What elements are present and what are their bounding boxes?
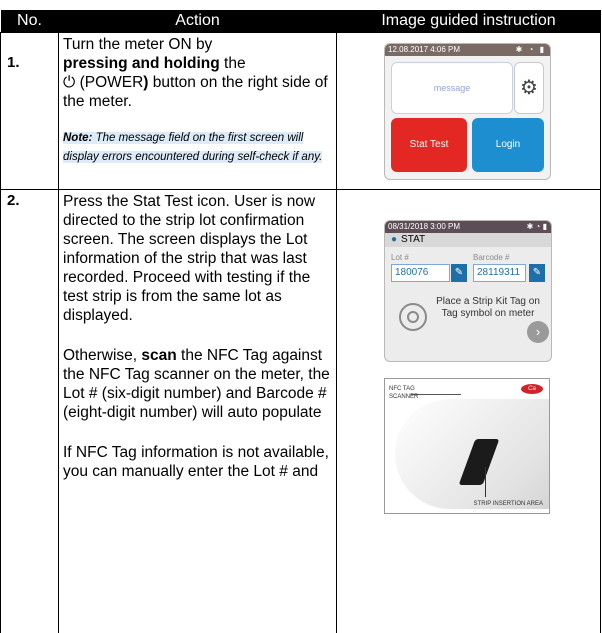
step-number: 2. [7,192,20,209]
step-number-cell: 2. [0,189,59,633]
action-text-part: (POWER [75,74,144,91]
barcode-label: Barcode # [473,253,510,262]
image-cell: 12.08.2017 4:06 PM ✱ ◔ ▮ message ⚙ Stat … [336,32,601,190]
note-text: The message field on the first screen wi… [63,132,323,163]
paragraph: Press the Stat Test icon. User is now di… [63,193,316,324]
next-arrow-icon: › [527,321,549,343]
document-page: No. Action Image guided instruction 1. T… [0,0,602,633]
header-action: Action [58,10,337,33]
power-icon: ⏻ [63,74,76,91]
table-row: 2. Press the Stat Test icon. User is now… [0,189,601,633]
step-number: 1. [7,54,20,71]
status-time: 08/31/2018 3:00 PM [388,222,461,231]
action-cell: Turn the meter ON by pressing and holdin… [58,32,337,190]
message-field: message [391,62,513,114]
lot-label: Lot # [391,253,409,262]
edit-lot-icon: ✎ [451,264,467,282]
status-icons: ✱ ◔ ▮ [526,222,547,231]
brand-logo: Ca [521,384,543,394]
meter-home-screen: 12.08.2017 4:06 PM ✱ ◔ ▮ message ⚙ Stat … [384,43,551,180]
action-text: Press the Stat Test icon. User is now di… [59,190,336,481]
stat-test-button: Stat Test [391,118,467,172]
action-cell: Press the Stat Test icon. User is now di… [58,189,337,633]
status-icons: ✱ ◔ ▮ [515,45,546,54]
status-time: 12.08.2017 4:06 PM [388,45,461,54]
table-header-row: No. Action Image guided instruction [0,10,601,33]
image-cell: 08/31/2018 3:00 PM ✱ ◔ ▮ ● STAT Lot # 180… [336,189,601,633]
paragraph-bold: scan [141,347,177,364]
lot-field: 180076 [391,264,450,282]
paragraph-part: Otherwise, [63,347,142,364]
status-bar: 12.08.2017 4:06 PM ✱ ◔ ▮ [385,44,550,56]
screen-title-text: STAT [401,234,426,245]
strip-insertion-label: STRIP INSERTION AREA [473,501,543,507]
note: Note: The message field on the first scr… [63,132,323,163]
pointer-line [485,467,486,497]
instruction-table: No. Action Image guided instruction 1. T… [0,10,601,633]
edit-barcode-icon: ✎ [529,264,545,282]
step-number-cell: 1. [0,32,59,190]
paragraph: If NFC Tag information is not available,… [63,444,329,480]
paragraph: Otherwise, scan the NFC Tag against the … [63,346,332,422]
barcode-field: 28119311 [473,264,526,282]
nfc-icon [399,303,427,331]
login-button: Login [472,118,544,172]
action-line: Turn the meter ON by [63,36,213,53]
status-bar: 08/31/2018 3:00 PM ✱ ◔ ▮ [385,221,551,233]
action-text: Turn the meter ON by pressing and holdin… [59,33,336,165]
header-no: No. [0,10,59,33]
note-label: Note: [63,132,93,144]
meter-photo: Ca NFC TAG SCANNER STRIP INSERTION AREA [384,378,550,514]
action-bold: pressing and holding [63,55,220,72]
screen-message: Place a Strip Kit Tag on Tag symbol on m… [436,296,540,319]
header-image: Image guided instruction [336,10,601,33]
meter-stat-screen: 08/31/2018 3:00 PM ✱ ◔ ▮ ● STAT Lot # 180… [384,220,552,362]
screen-title: ● STAT [385,233,551,247]
gear-icon: ⚙ [514,62,544,114]
drop-icon: ● [391,234,398,245]
nfc-scanner-label: NFC TAG SCANNER [389,386,419,400]
table-row: 1. Turn the meter ON by pressing and hol… [0,32,601,190]
action-text-part: the [219,55,246,72]
